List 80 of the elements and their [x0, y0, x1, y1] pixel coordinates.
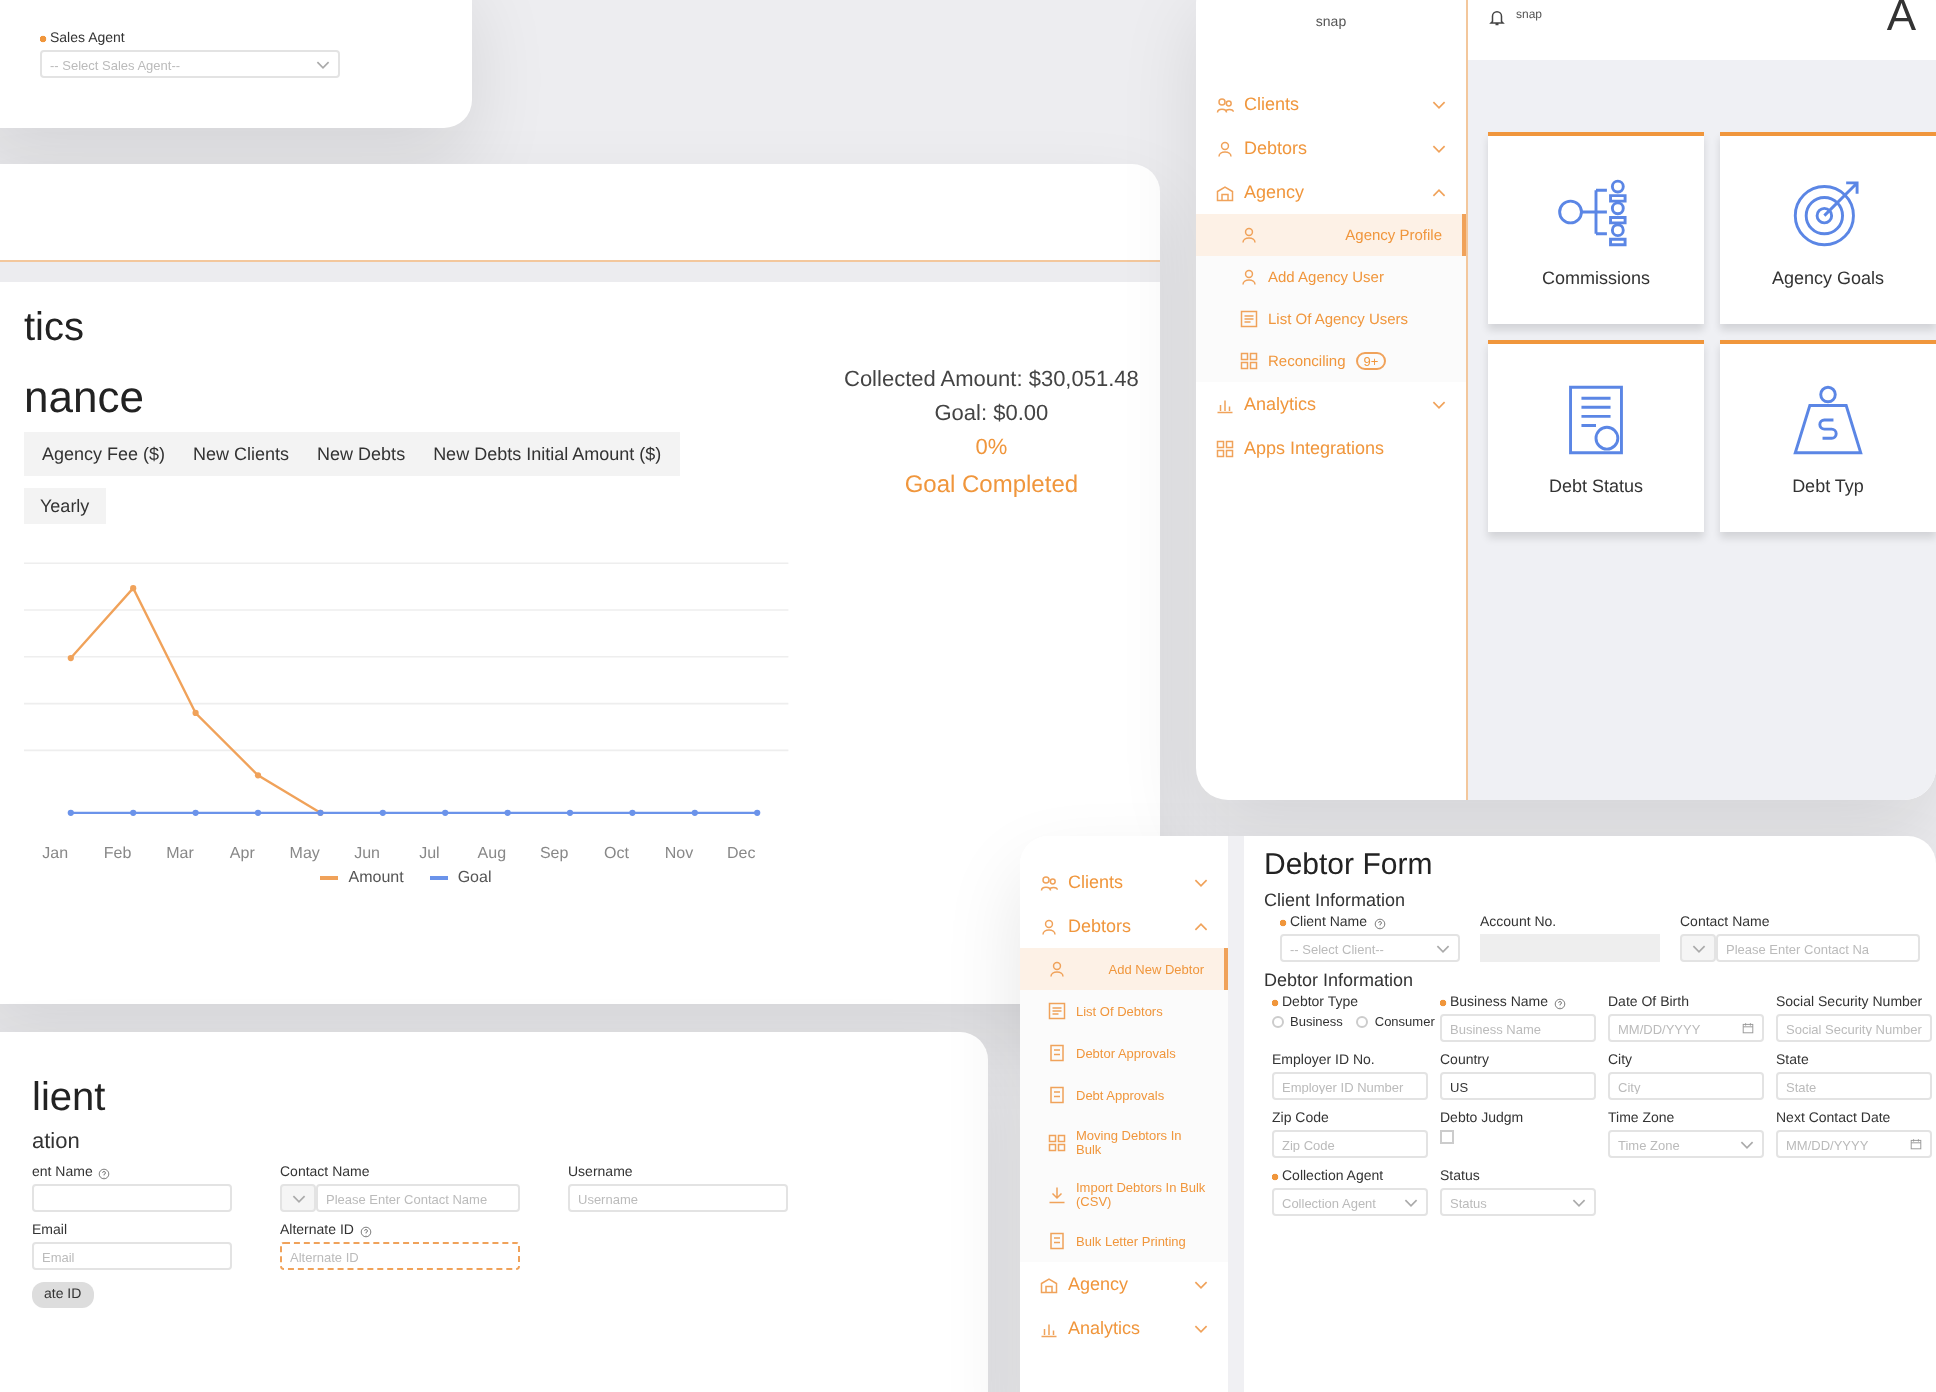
month-label: Jul: [417, 844, 442, 862]
feature-card[interactable]: Commissions: [1488, 132, 1704, 324]
person-icon: [1216, 139, 1234, 157]
grid-icon: [1216, 439, 1234, 457]
document-icon: [1048, 1044, 1066, 1062]
legend-label: Goal: [457, 868, 492, 886]
month-label: Jun: [352, 844, 382, 862]
feature-card[interactable]: Agency Goals: [1720, 132, 1936, 324]
feature-card[interactable]: Debt Status: [1488, 340, 1704, 532]
month-label: Jan: [40, 844, 71, 862]
page-title: lient: [32, 1076, 108, 1122]
section-title: Debtor Information: [1264, 970, 1416, 990]
chevron-down-icon: [1572, 1197, 1586, 1207]
sidebar-item[interactable]: Agency: [1020, 1262, 1228, 1306]
sidebar-item[interactable]: Debtors: [1020, 904, 1228, 948]
month-label: Dec: [725, 844, 758, 862]
section-title: Client Information: [1264, 890, 1408, 910]
page-title: A: [1886, 0, 1916, 42]
goal-percent: 0%: [975, 436, 1008, 460]
people-icon: [1216, 95, 1234, 113]
page-title: Debtor Form: [1264, 848, 1435, 882]
grid-icon: [1240, 352, 1258, 370]
chevron-down-icon: [1691, 943, 1705, 953]
month-label: May: [287, 844, 322, 862]
month-label: Apr: [227, 844, 257, 862]
list-icon: [1240, 310, 1258, 328]
chevron-down-icon: [1436, 943, 1450, 953]
list-icon: [1048, 1002, 1066, 1020]
people-icon: [1040, 873, 1058, 891]
bar-chart-icon: [1216, 395, 1234, 413]
period-button[interactable]: Yearly: [24, 488, 106, 524]
tab[interactable]: Agency Fee ($): [28, 436, 180, 472]
page-title: tics: [24, 306, 86, 352]
bar-chart-icon: [1040, 1319, 1058, 1337]
building-icon: [1216, 183, 1234, 201]
code-select[interactable]: [1680, 934, 1716, 962]
month-label: Nov: [662, 844, 696, 862]
month-label: Mar: [164, 844, 196, 862]
person-icon: [1240, 226, 1258, 244]
weight-dollar-icon: [1788, 380, 1868, 460]
goal-status: Goal Completed: [904, 470, 1079, 498]
chevron-down-icon: [291, 1193, 305, 1203]
person-icon: [1240, 268, 1258, 286]
sidebar-item[interactable]: Analytics: [1020, 1306, 1228, 1350]
document-icon: [1048, 1086, 1066, 1104]
document-icon: [1048, 1232, 1066, 1250]
building-icon: [1040, 1275, 1058, 1293]
month-label: Aug: [475, 844, 509, 862]
goal-amount: Goal: $0.00: [934, 402, 1049, 426]
download-icon: [1048, 1185, 1066, 1203]
radio-button[interactable]: [1356, 1015, 1369, 1027]
code-select[interactable]: [280, 1184, 316, 1212]
calendar-icon: [1742, 1022, 1754, 1034]
person-icon: [1048, 960, 1066, 978]
checkbox[interactable]: [1440, 1130, 1454, 1144]
chevron-down-icon: [1404, 1197, 1418, 1207]
month-label: Feb: [101, 844, 134, 862]
bell-icon[interactable]: [1488, 7, 1506, 25]
chevron-down-icon: [316, 59, 330, 69]
grid-icon: [1048, 1133, 1066, 1151]
sidebar-item[interactable]: Analytics: [1196, 382, 1466, 426]
feature-card[interactable]: Debt Typ: [1720, 340, 1936, 532]
sidebar-item[interactable]: Clients: [1196, 82, 1466, 126]
tab[interactable]: New Debts: [303, 436, 420, 472]
tab[interactable]: New Clients: [179, 436, 304, 472]
legend-label: Amount: [348, 868, 404, 886]
chevron-down-icon: [1740, 1139, 1754, 1149]
sidebar-item[interactable]: Agency: [1196, 170, 1466, 214]
month-label: Oct: [602, 844, 631, 862]
sidebar-item[interactable]: Debtors: [1196, 126, 1466, 170]
collected-amount: Collected Amount: $30,051.48: [844, 368, 1139, 392]
section-title: ation: [32, 1130, 82, 1154]
person-icon: [1040, 917, 1058, 935]
section-title: nance: [24, 372, 146, 424]
radio-button[interactable]: [1272, 1015, 1284, 1027]
sidebar-item[interactable]: Apps Integrations: [1196, 426, 1466, 470]
calendar-icon: [1910, 1138, 1922, 1150]
tab[interactable]: New Debts Initial Amount ($): [419, 436, 676, 472]
month-label: Sep: [537, 844, 571, 862]
sidebar-item[interactable]: Clients: [1020, 860, 1228, 904]
